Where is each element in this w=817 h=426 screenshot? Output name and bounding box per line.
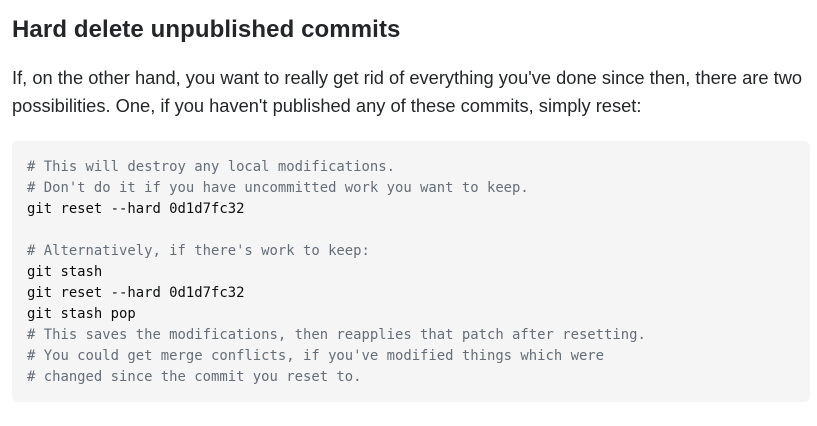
code-line: git stash — [27, 264, 103, 280]
code-line: git reset --hard 0d1d7fc32 — [27, 201, 245, 217]
code-line: # changed since the commit you reset to. — [27, 369, 362, 385]
code-line: git reset --hard 0d1d7fc32 — [27, 285, 245, 301]
intro-paragraph: If, on the other hand, you want to reall… — [12, 67, 803, 116]
section-heading: Hard delete unpublished commits — [12, 16, 401, 43]
code-line: git stash pop — [27, 306, 136, 322]
code-line: # This will destroy any local modificati… — [27, 159, 395, 175]
code-line: # Alternatively, if there's work to keep… — [27, 243, 370, 259]
code-line: # Don't do it if you have uncommitted wo… — [27, 180, 529, 196]
code-line: # This saves the modifications, then rea… — [27, 327, 646, 343]
code-line: # You could get merge conflicts, if you'… — [27, 348, 605, 364]
code-block: # This will destroy any local modificati… — [12, 141, 810, 402]
